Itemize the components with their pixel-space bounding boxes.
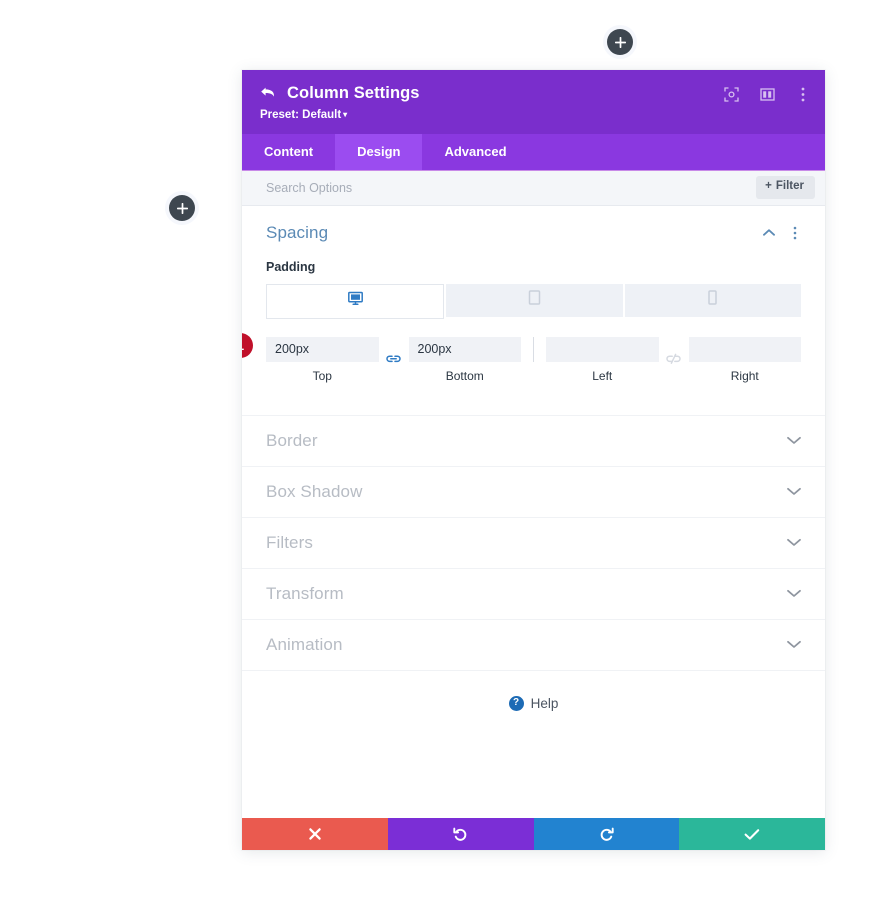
broken-link-icon[interactable] [659, 347, 689, 372]
desktop-icon [347, 291, 363, 311]
step-badge-1: 1 [242, 332, 253, 358]
question-mark-icon: ? [508, 695, 524, 711]
padding-left-input[interactable] [546, 336, 659, 362]
modal-header: Column Settings Preset: Default ▾ [242, 70, 825, 134]
padding-label: Padding [266, 259, 316, 274]
padding-top-label: Top [312, 368, 332, 383]
help-link[interactable]: ? Help [242, 669, 825, 711]
add-row-button-left[interactable] [169, 195, 195, 221]
chevron-down-icon [787, 589, 801, 598]
vertical-dots-icon[interactable] [789, 226, 801, 240]
undo-button[interactable] [387, 818, 534, 850]
section-transform-title: Transform [266, 583, 344, 603]
column-settings-modal: Column Settings Preset: Default ▾ Conten… [242, 70, 825, 850]
section-spacing: Spacing Padding 200px Top 200px Bottom L… [242, 206, 825, 415]
section-border[interactable]: Border [242, 414, 825, 466]
section-animation-title: Animation [266, 634, 343, 654]
filter-button[interactable]: + Filter [756, 176, 815, 199]
link-icon[interactable] [379, 347, 409, 372]
save-button[interactable] [679, 818, 825, 850]
chevron-up-icon[interactable] [763, 226, 775, 240]
vertical-dots-icon[interactable] [795, 86, 811, 102]
section-border-title: Border [266, 430, 318, 450]
divider [533, 336, 534, 362]
device-tab-desktop[interactable] [266, 283, 445, 319]
page-title: Column Settings [287, 84, 420, 102]
device-tab-tablet[interactable] [446, 283, 623, 317]
padding-top-input[interactable] [266, 336, 379, 362]
focus-target-icon[interactable] [723, 86, 739, 102]
section-spacing-title: Spacing [266, 222, 329, 242]
cancel-button[interactable] [242, 818, 388, 850]
phone-icon [708, 290, 718, 310]
section-filters[interactable]: Filters [242, 516, 825, 568]
padding-right-input[interactable] [688, 336, 801, 362]
chevron-down-icon [787, 487, 801, 496]
section-filters-title: Filters [266, 532, 313, 552]
chevron-down-icon [787, 436, 801, 445]
plus-icon [614, 36, 626, 48]
plus-icon [176, 202, 188, 214]
modal-tabs: Content Design Advanced [242, 133, 825, 171]
padding-fields: 1 Top Bottom [242, 332, 801, 383]
modal-footer [242, 818, 825, 850]
search-bar: +Filter [242, 170, 825, 206]
section-spacing-header[interactable]: Spacing [266, 206, 801, 260]
redo-button[interactable] [533, 818, 680, 850]
help-label: Help [530, 695, 559, 711]
padding-left-label: Left [592, 368, 613, 383]
check-icon [744, 828, 760, 841]
device-toggle [266, 283, 801, 319]
padding-bottom-input[interactable] [408, 336, 521, 362]
padding-right-label: Right [730, 368, 759, 383]
device-tab-phone[interactable] [624, 283, 801, 317]
tab-advanced[interactable]: Advanced [422, 134, 528, 170]
chevron-down-icon [787, 640, 801, 649]
plus-icon: + [765, 180, 772, 193]
add-section-button-top[interactable] [607, 29, 633, 55]
layout-panel-icon[interactable] [759, 86, 775, 102]
back-arrow-icon[interactable] [260, 86, 276, 100]
preset-selector[interactable]: Preset: Default ▾ [260, 109, 347, 121]
section-animation[interactable]: Animation [242, 618, 825, 670]
header-actions [723, 86, 811, 102]
settings-body: Spacing Padding 200px Top 200px Bottom L… [242, 205, 825, 818]
padding-bottom-label: Bottom [445, 368, 484, 383]
preset-label: Preset: Default [260, 108, 342, 121]
section-box-shadow-title: Box Shadow [266, 481, 363, 501]
x-icon [308, 827, 322, 841]
tab-design[interactable]: Design [335, 133, 423, 170]
redo-icon [599, 827, 614, 842]
section-box-shadow[interactable]: Box Shadow [242, 465, 825, 517]
section-transform[interactable]: Transform [242, 567, 825, 619]
chevron-down-icon: ▾ [343, 109, 348, 119]
chevron-down-icon [787, 538, 801, 547]
undo-icon [453, 827, 468, 842]
search-input[interactable] [266, 180, 757, 195]
filter-button-label: Filter [775, 180, 804, 193]
tablet-icon [528, 290, 541, 310]
tab-content[interactable]: Content [242, 134, 335, 170]
